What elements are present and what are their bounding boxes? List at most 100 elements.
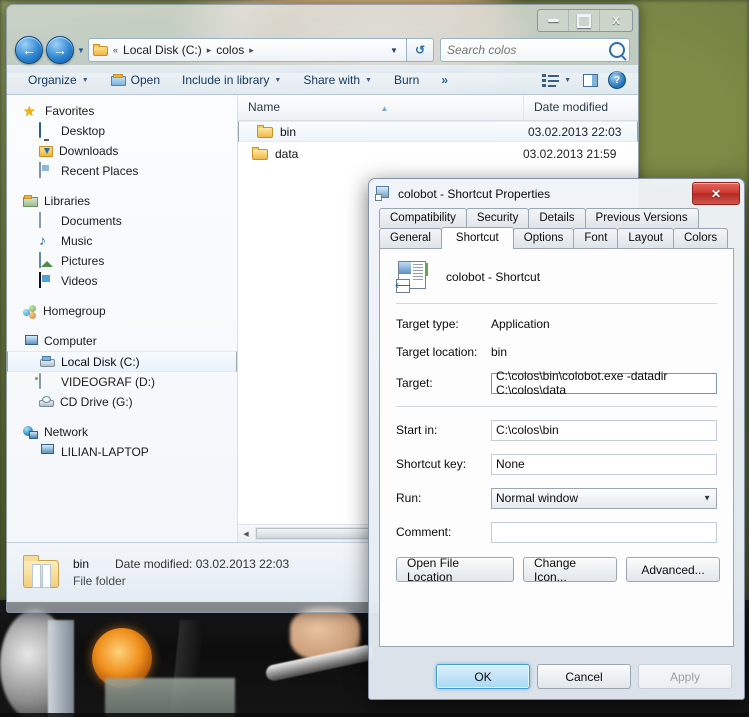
file-name-cell[interactable]: data [238, 147, 513, 161]
burn-button[interactable]: Burn [383, 68, 430, 92]
cancel-button[interactable]: Cancel [537, 664, 631, 689]
hard-drive-icon [40, 356, 55, 368]
refresh-button[interactable]: ↺ [407, 38, 434, 62]
more-commands-button[interactable]: » [430, 68, 459, 92]
run-field[interactable]: Run: Normal window ▼ [380, 481, 733, 515]
maximize-button[interactable] [569, 10, 600, 31]
sidebar-item-recent-places[interactable]: Recent Places [7, 161, 237, 181]
column-header-name[interactable]: ▲ Name [238, 95, 524, 120]
advanced-button[interactable]: Advanced... [626, 557, 720, 582]
tab-font[interactable]: Font [573, 228, 618, 248]
target-field[interactable]: Target: C:\colos\bin\colobot.exe -datadi… [380, 366, 733, 400]
change-icon-button[interactable]: Change Icon... [523, 557, 617, 582]
action-buttons[interactable]: Open File Location Change Icon... Advanc… [380, 549, 733, 582]
dialog-titlebar[interactable]: colobot - Shortcut Properties ✕ [369, 179, 744, 208]
tab-compatibility[interactable]: Compatibility [379, 208, 467, 228]
help-button[interactable]: ? [606, 68, 628, 92]
tab-layout[interactable]: Layout [617, 228, 674, 248]
include-label: Include in library [182, 73, 269, 87]
organize-button[interactable]: Organize ▼ [17, 68, 100, 92]
sidebar-label: Favorites [45, 104, 94, 118]
file-name-cell[interactable]: bin [243, 125, 518, 139]
library-icon [23, 195, 38, 207]
recent-pages-icon[interactable]: ▼ [74, 46, 88, 55]
breadcrumb-local-disk[interactable]: Local Disk (C:) [123, 43, 202, 57]
sidebar-item-local-disk-c[interactable]: Local Disk (C:) [7, 351, 237, 372]
open-button[interactable]: Open [100, 68, 171, 92]
breadcrumb-colos[interactable]: colos [216, 43, 244, 57]
include-in-library-button[interactable]: Include in library ▼ [171, 68, 292, 92]
tab-colors[interactable]: Colors [673, 228, 728, 248]
details-text: bin Date modified: 03.02.2013 22:03 File… [73, 556, 289, 590]
column-headers[interactable]: ▲ Name Date modified [238, 95, 638, 121]
tab-general[interactable]: General [379, 228, 442, 248]
back-button[interactable]: ← [15, 36, 43, 64]
sidebar-item-libraries[interactable]: Libraries [7, 191, 237, 211]
explorer-titlebar[interactable]: X [7, 5, 638, 35]
minimize-button[interactable] [538, 10, 569, 31]
tab-details[interactable]: Details [528, 208, 585, 228]
close-button[interactable]: X [600, 10, 632, 31]
column-header-date-modified[interactable]: Date modified [524, 95, 638, 120]
sidebar-item-videograf-d[interactable]: VIDEOGRAF (D:) [7, 372, 237, 392]
open-file-location-button[interactable]: Open File Location [396, 557, 514, 582]
explorer-toolbar[interactable]: Organize ▼ Open Include in library ▼ Sha… [7, 65, 638, 95]
address-dropdown-icon[interactable]: ▼ [386, 46, 402, 55]
shortcut-properties-dialog[interactable]: colobot - Shortcut Properties ✕ Compatib… [368, 178, 745, 700]
comment-input[interactable] [491, 522, 717, 543]
sidebar-item-desktop[interactable]: Desktop [7, 121, 237, 141]
network-icon [23, 426, 38, 439]
sidebar-item-cd-drive-g[interactable]: CD Drive (G:) [7, 392, 237, 412]
divider [396, 406, 717, 407]
shortcut-icon [375, 186, 391, 201]
chevron-down-icon: ▼ [564, 77, 571, 84]
tab-previous-versions[interactable]: Previous Versions [585, 208, 699, 228]
tab-row-bottom[interactable]: General Shortcut Options Font Layout Col… [379, 228, 734, 248]
breadcrumb-overflow[interactable]: « [112, 45, 119, 55]
tab-security[interactable]: Security [466, 208, 530, 228]
start-in-field[interactable]: Start in: C:\colos\bin [380, 413, 733, 447]
comment-field[interactable]: Comment: [380, 515, 733, 549]
sidebar-item-homegroup[interactable]: Homegroup [7, 301, 237, 321]
change-view-button[interactable]: ▼ [538, 68, 575, 92]
sidebar-item-pictures[interactable]: Pictures [7, 251, 237, 271]
address-bar[interactable]: « Local Disk (C:) ▸ colos ▸ ▼ [88, 38, 407, 62]
search-box[interactable] [440, 38, 630, 62]
sidebar-item-favorites[interactable]: ★ Favorites [7, 101, 237, 121]
chevron-down-icon: ▼ [365, 77, 372, 84]
search-input[interactable] [445, 42, 609, 58]
sidebar-item-network[interactable]: Network [7, 422, 237, 442]
tab-strip[interactable]: Compatibility Security Details Previous … [369, 208, 744, 248]
tab-shortcut[interactable]: Shortcut [441, 227, 514, 249]
sidebar-item-computer[interactable]: Computer [7, 331, 237, 351]
sidebar-item-lilian-laptop[interactable]: LILIAN-LAPTOP [7, 442, 237, 462]
tab-row-top[interactable]: Compatibility Security Details Previous … [379, 208, 734, 228]
dialog-footer[interactable]: OK Cancel Apply [436, 664, 732, 689]
shortcut-key-input[interactable]: None [491, 454, 717, 475]
target-input[interactable]: C:\colos\bin\colobot.exe -datadir C:\col… [491, 373, 717, 394]
preview-pane-button[interactable] [575, 68, 606, 92]
sidebar-item-downloads[interactable]: Downloads [7, 141, 237, 161]
address-row[interactable]: ← → ▼ « Local Disk (C:) ▸ colos ▸ ▼ ↺ [7, 35, 638, 65]
share-with-button[interactable]: Share with ▼ [292, 68, 383, 92]
sidebar-item-music[interactable]: ♪ Music [7, 231, 237, 251]
scroll-left-button[interactable]: ◀ [238, 526, 254, 541]
window-controls[interactable]: X [537, 9, 633, 32]
shortcut-key-field[interactable]: Shortcut key: None [380, 447, 733, 481]
dialog-close-button[interactable]: ✕ [692, 182, 740, 205]
tab-options[interactable]: Options [513, 228, 575, 248]
navigation-pane[interactable]: ★ Favorites Desktop Downloads Recent Pla… [7, 95, 238, 542]
table-row[interactable]: bin 03.02.2013 22:03 [238, 121, 638, 142]
sidebar-item-documents[interactable]: Documents [7, 211, 237, 231]
breadcrumb-separator[interactable]: ▸ [206, 45, 213, 56]
sidebar-item-videos[interactable]: Videos [7, 271, 237, 291]
table-row[interactable]: data 03.02.2013 21:59 [238, 142, 638, 165]
start-in-input[interactable]: C:\colos\bin [491, 420, 717, 441]
ok-button[interactable]: OK [436, 664, 530, 689]
forward-button[interactable]: → [46, 36, 74, 64]
breadcrumb-separator-2[interactable]: ▸ [248, 45, 255, 56]
sidebar-label: Libraries [44, 194, 90, 208]
double-chevron-icon: » [441, 73, 448, 87]
details-date-value: 03.02.2013 22:03 [196, 557, 289, 571]
run-select[interactable]: Normal window ▼ [491, 488, 717, 509]
